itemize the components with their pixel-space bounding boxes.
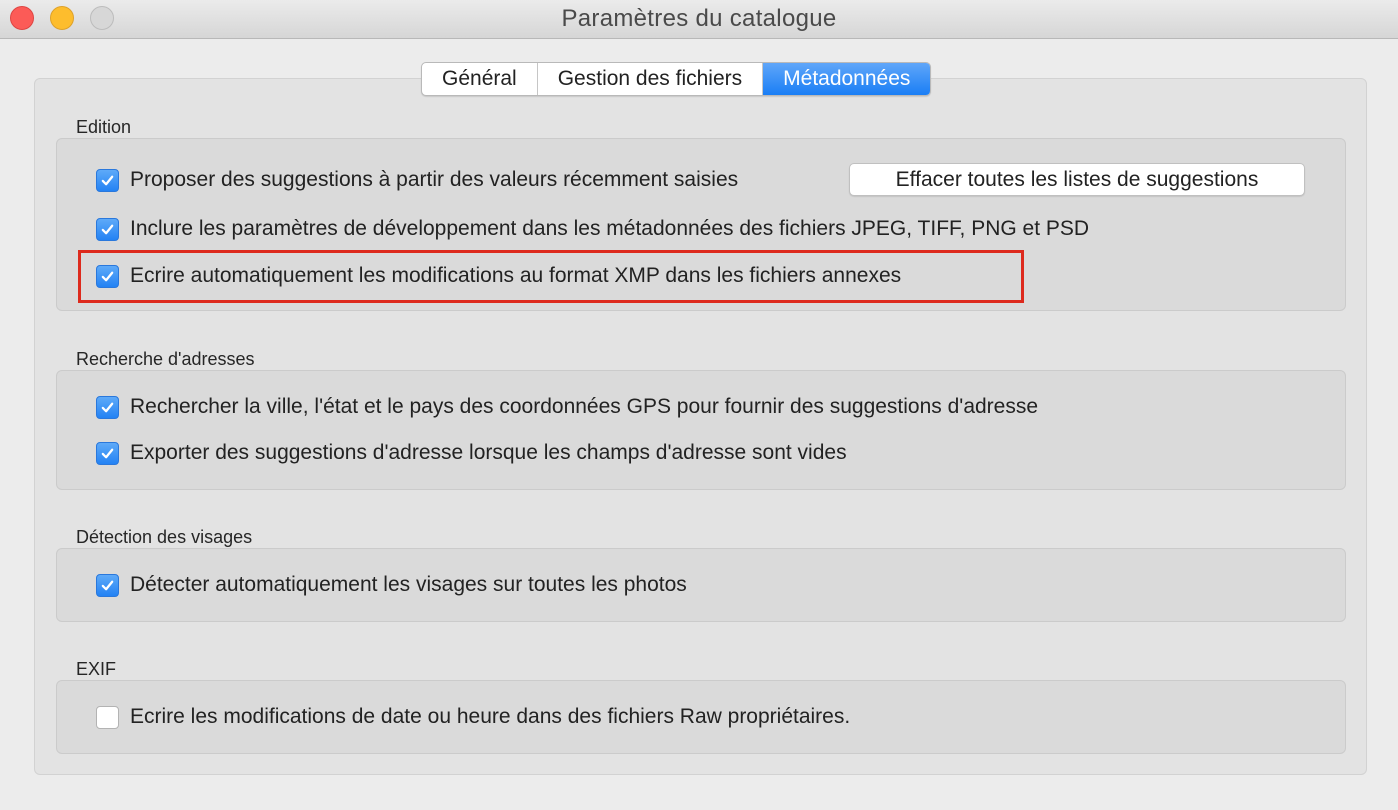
section-title-edition: Edition [76, 117, 132, 137]
checkbox-suggestions[interactable] [96, 168, 119, 192]
option-detect-faces[interactable]: Détecter automatiquement les visages sur… [96, 572, 687, 598]
option-suggestions[interactable]: Proposer des suggestions à partir des va… [96, 167, 738, 193]
option-write-date-raw[interactable]: Ecrire les modifications de date ou heur… [96, 704, 850, 730]
option-label: Rechercher la ville, l'état et le pays d… [130, 395, 1039, 418]
option-label: Ecrire les modifications de date ou heur… [130, 705, 851, 728]
tab-file-handling[interactable]: Gestion des fichiers [538, 63, 764, 95]
option-auto-write-xmp[interactable]: Ecrire automatiquement les modifications… [96, 263, 901, 289]
checkmark-icon [101, 224, 114, 234]
tab-general[interactable]: Général [422, 63, 538, 95]
checkbox-include-develop-settings[interactable] [96, 217, 119, 241]
window-title: Paramètres du catalogue [561, 5, 837, 32]
section-title-face-detection: Détection des visages [76, 527, 253, 547]
option-label: Ecrire automatiquement les modifications… [130, 264, 902, 287]
checkbox-auto-write-xmp[interactable] [96, 264, 119, 288]
option-export-address-suggestions[interactable]: Exporter des suggestions d'adresse lorsq… [96, 440, 847, 466]
checkmark-icon [101, 448, 114, 458]
clear-suggestions-button[interactable]: Effacer toutes les listes de suggestions [849, 163, 1305, 196]
checkmark-icon [101, 402, 114, 412]
option-gps-lookup[interactable]: Rechercher la ville, l'état et le pays d… [96, 394, 1038, 420]
tab-bar: Général Gestion des fichiers Métadonnées [421, 62, 932, 96]
option-include-develop-settings[interactable]: Inclure les paramètres de développement … [96, 216, 1089, 242]
checkbox-write-date-raw[interactable] [96, 705, 119, 729]
checkbox-export-address-suggestions[interactable] [96, 441, 119, 465]
checkmark-icon [101, 580, 114, 590]
section-title-address-lookup: Recherche d'adresses [76, 349, 255, 369]
section-title-exif: EXIF [76, 659, 117, 679]
checkmark-icon [101, 175, 114, 185]
title-bar: Paramètres du catalogue [0, 0, 1398, 39]
checkmark-icon [101, 271, 114, 281]
option-label: Inclure les paramètres de développement … [130, 217, 1090, 240]
checkbox-detect-faces[interactable] [96, 573, 119, 597]
option-label: Exporter des suggestions d'adresse lorsq… [130, 441, 847, 464]
checkbox-gps-lookup[interactable] [96, 395, 119, 419]
group-address-lookup [56, 370, 1346, 490]
option-label: Proposer des suggestions à partir des va… [130, 168, 739, 191]
tab-metadata[interactable]: Métadonnées [763, 63, 931, 95]
option-label: Détecter automatiquement les visages sur… [130, 573, 687, 596]
